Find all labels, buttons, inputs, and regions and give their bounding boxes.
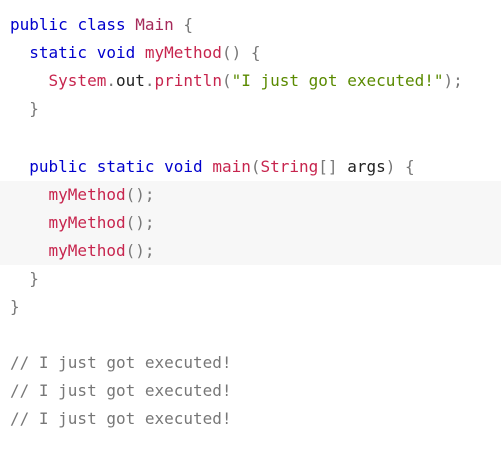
array-brackets: [] (318, 157, 338, 176)
println-method: println (154, 71, 222, 90)
code-line-print-statement: System.out.println("I just got executed!… (10, 67, 463, 95)
method-parameters: () (221, 43, 242, 62)
closing-brace: } (29, 269, 39, 288)
opening-brace: { (183, 15, 194, 34)
code-line-class-close: } (10, 293, 20, 321)
dot-separator: . (144, 71, 155, 90)
code-line-main-declaration: public static void main(String[] args) { (10, 153, 415, 181)
string-type: String (260, 157, 319, 176)
args-parameter: args (347, 157, 386, 176)
opening-brace: { (250, 43, 261, 62)
string-literal: "I just got executed!" (231, 71, 444, 90)
closing-paren-semicolon: ); (443, 71, 463, 90)
closing-brace: } (29, 99, 39, 118)
code-example: public class Main { static void myMethod… (0, 0, 501, 453)
main-method-name: main (212, 157, 251, 176)
output-comment-line: // I just got executed! (10, 381, 232, 400)
code-line-method-call: myMethod(); (10, 209, 155, 237)
keyword-static: static (96, 157, 155, 176)
out-field: out (115, 71, 145, 90)
call-parens-semicolon: (); (125, 241, 155, 260)
call-parens-semicolon: (); (125, 213, 155, 232)
keyword-public: public (29, 157, 88, 176)
opening-brace: { (405, 157, 415, 176)
method-call-name: myMethod (48, 185, 126, 204)
keyword-public: public (10, 15, 68, 34)
keyword-void: void (164, 157, 203, 176)
output-comment-line: // I just got executed! (10, 353, 232, 372)
system-class: System (48, 71, 107, 90)
code-line-method-call: myMethod(); (10, 237, 155, 265)
keyword-class: class (77, 15, 126, 34)
call-parens-semicolon: (); (125, 185, 155, 204)
code-line-main-close: } (10, 265, 39, 293)
method-call-name: myMethod (48, 241, 126, 260)
keyword-void: void (96, 43, 136, 62)
code-line-method-declaration: static void myMethod() { (10, 39, 260, 67)
keyword-static: static (29, 43, 88, 62)
code-line-class-declaration: public class Main { (10, 11, 193, 39)
code-line-method-call: myMethod(); (10, 181, 155, 209)
dot-separator: . (106, 71, 116, 90)
method-name: myMethod (144, 43, 222, 62)
class-name: Main (135, 15, 174, 34)
output-comment-line: // I just got executed! (10, 409, 232, 428)
code-line-method-close: } (10, 95, 39, 123)
closing-paren: ) (385, 157, 396, 176)
closing-brace: } (10, 297, 20, 316)
opening-paren: ( (221, 71, 232, 90)
method-call-name: myMethod (48, 213, 126, 232)
